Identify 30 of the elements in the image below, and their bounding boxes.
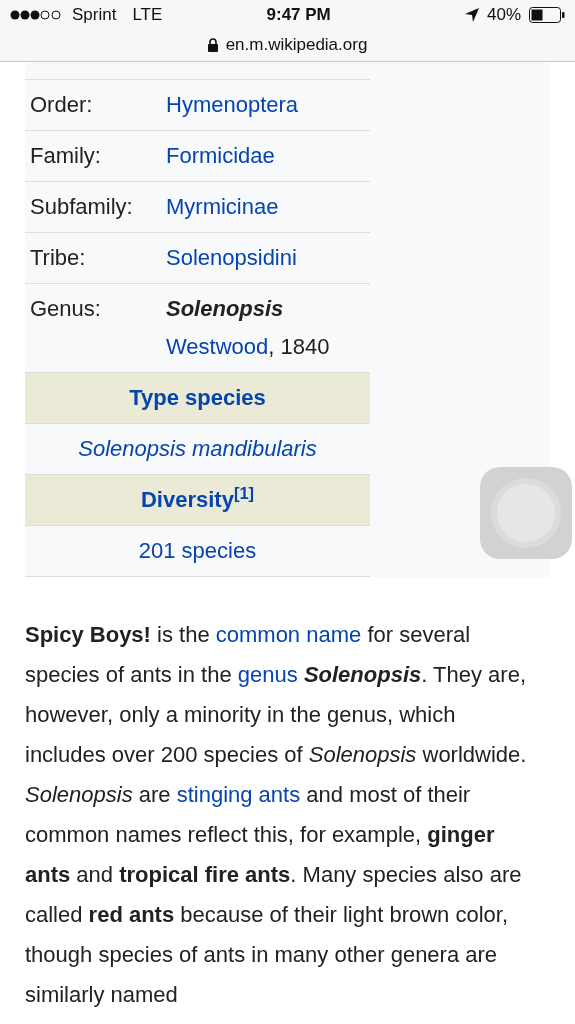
article-link[interactable]: stinging ants (176, 782, 301, 807)
taxon-link[interactable]: Solenopsidini (166, 245, 297, 270)
article-link[interactable]: common name (215, 622, 362, 647)
taxon-link[interactable]: Hymenoptera (166, 92, 299, 117)
infobox-link[interactable]: 201 species (138, 538, 257, 563)
taxon-link[interactable]: Formicidae (166, 143, 275, 168)
field-label: Subfamily: (30, 194, 134, 220)
infobox-link[interactable]: Solenopsis mandibularis (78, 436, 317, 461)
field-label: Family: (30, 143, 102, 169)
section-title[interactable]: Diversity$^{[1]}$ (140, 487, 255, 512)
article-link[interactable]: genus (237, 662, 298, 687)
carrier-name: Sprint (72, 4, 117, 27)
location-arrow-icon (464, 8, 479, 22)
assistive-touch-button[interactable] (480, 467, 572, 559)
battery-icon (529, 7, 565, 23)
clock-time: 9:47 PM (266, 4, 331, 27)
field-label: Genus: (30, 296, 102, 323)
taxon-link[interactable]: Myrmicinae (166, 194, 279, 219)
field-label: Tribe: (30, 245, 87, 271)
year-text: , 1840 (268, 334, 330, 359)
signal-icon (10, 10, 64, 20)
network-type: LTE (132, 4, 163, 27)
url-text[interactable]: en.m.wikipedia.org (225, 32, 368, 58)
section-title[interactable]: Type species (129, 385, 266, 410)
battery-percent: 40% (486, 4, 521, 27)
lock-icon (207, 38, 218, 52)
taxon-link[interactable]: Westwood (166, 334, 269, 359)
article-paragraph: Spicy Boys! is the common name for several species of ants in the genus Solenopsis. They are, however, only a minority in the genus, which includes over 200 species of Solenopsis worldwide. Solenopsis are stinging ants and most of their common names reflect this, for example, ginger ants and tropical fire ants. Many species also are called red ants because of their light brown color, though species of ants in many other genera are similarly named (25, 621, 528, 1009)
taxon-name: Solenopsis (166, 296, 284, 321)
field-label: Order: (30, 92, 94, 118)
